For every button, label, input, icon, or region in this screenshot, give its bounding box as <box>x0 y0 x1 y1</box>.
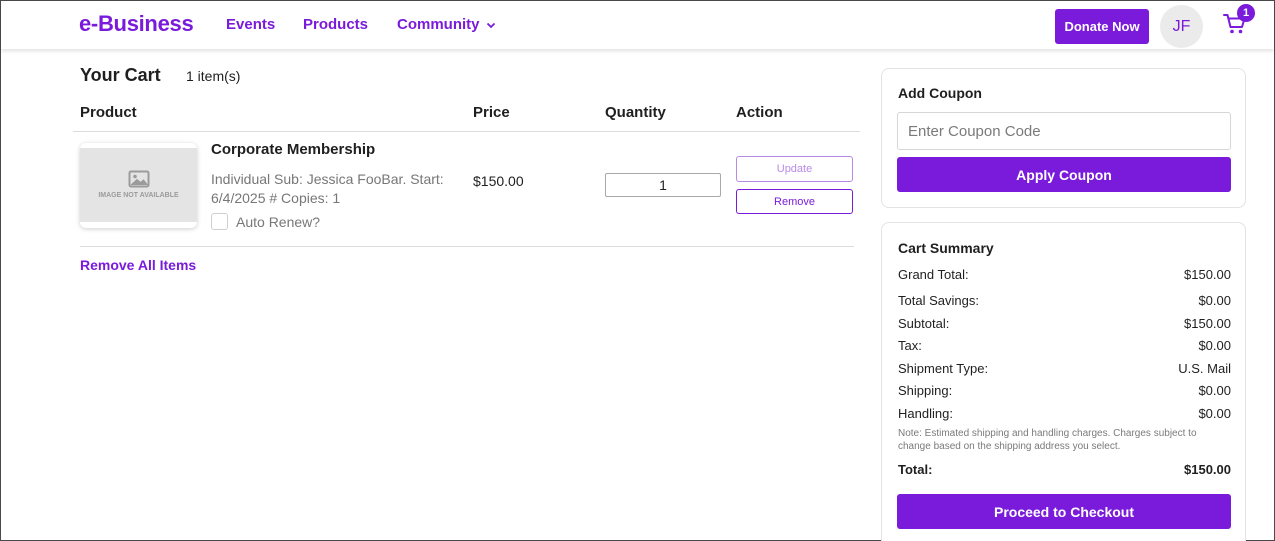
summary-row-handling: Handling: $0.00 <box>898 406 1231 421</box>
nav-products[interactable]: Products <box>303 16 368 33</box>
page-title: Your Cart <box>80 65 161 85</box>
top-header: e-Business Events Products Community Don… <box>1 1 1274 49</box>
remove-all-items-link[interactable]: Remove All Items <box>80 257 196 273</box>
summary-value: $0.00 <box>1198 406 1231 421</box>
coupon-title: Add Coupon <box>898 85 982 101</box>
image-not-available-text: IMAGE NOT AVAILABLE <box>98 192 179 199</box>
item-divider <box>80 246 854 247</box>
item-price: $150.00 <box>473 173 524 189</box>
nav-events[interactable]: Events <box>226 16 275 33</box>
summary-value: U.S. Mail <box>1178 361 1231 376</box>
summary-title: Cart Summary <box>898 240 994 256</box>
image-placeholder: IMAGE NOT AVAILABLE <box>80 148 197 222</box>
update-button[interactable]: Update <box>736 156 853 182</box>
summary-row-shipment-type: Shipment Type: U.S. Mail <box>898 361 1231 376</box>
product-name: Corporate Membership <box>211 141 376 158</box>
proceed-to-checkout-button[interactable]: Proceed to Checkout <box>897 494 1231 529</box>
summary-value: $150.00 <box>1184 316 1231 331</box>
summary-label: Shipment Type: <box>898 361 989 376</box>
avatar[interactable]: JF <box>1160 5 1203 48</box>
auto-renew-checkbox[interactable] <box>211 213 228 230</box>
summary-label: Total Savings: <box>898 293 979 308</box>
coupon-code-input[interactable] <box>897 112 1231 150</box>
product-thumbnail: IMAGE NOT AVAILABLE <box>80 143 197 228</box>
quantity-input[interactable] <box>605 173 721 197</box>
cart-item-count: 1 item(s) <box>186 68 241 84</box>
column-header-product: Product <box>80 104 137 121</box>
total-label: Total: <box>898 462 933 477</box>
column-header-action: Action <box>736 104 783 121</box>
donate-now-button[interactable]: Donate Now <box>1055 9 1149 44</box>
apply-coupon-button[interactable]: Apply Coupon <box>897 157 1231 192</box>
summary-row-tax: Tax: $0.00 <box>898 338 1231 353</box>
shipping-note: Note: Estimated shipping and handling ch… <box>898 428 1197 452</box>
column-header-quantity: Quantity <box>605 104 666 121</box>
column-header-price: Price <box>473 104 510 121</box>
logo[interactable]: e-Business <box>79 11 194 37</box>
remove-button[interactable]: Remove <box>736 189 853 214</box>
summary-row-total-savings: Total Savings: $0.00 <box>898 293 1231 308</box>
cart-count-badge: 1 <box>1237 4 1255 22</box>
total-value: $150.00 <box>1184 462 1231 477</box>
summary-row-total: Total: $150.00 <box>898 462 1231 477</box>
summary-value: $150.00 <box>1184 267 1231 282</box>
summary-value: $0.00 <box>1198 338 1231 353</box>
summary-value: $0.00 <box>1198 383 1231 398</box>
nav-community-label: Community <box>397 16 480 33</box>
coupon-panel: Add Coupon Apply Coupon <box>881 68 1246 208</box>
summary-label: Tax: <box>898 338 922 353</box>
nav-community[interactable]: Community <box>397 16 496 33</box>
summary-value: $0.00 <box>1198 293 1231 308</box>
header-divider <box>73 131 860 132</box>
summary-row-grand-total: Grand Total: $150.00 <box>898 267 1231 282</box>
chevron-down-icon <box>486 22 495 28</box>
summary-label: Subtotal: <box>898 316 950 331</box>
summary-label: Handling: <box>898 406 953 421</box>
product-description: Individual Sub: Jessica FooBar. Start: 6… <box>211 171 444 206</box>
summary-label: Shipping: <box>898 383 953 398</box>
cart-summary-panel: Cart Summary Grand Total: $150.00 Total … <box>881 222 1246 541</box>
summary-row-shipping: Shipping: $0.00 <box>898 383 1231 398</box>
auto-renew-label: Auto Renew? <box>236 214 321 230</box>
image-icon <box>128 170 149 188</box>
summary-label: Grand Total: <box>898 267 969 282</box>
summary-row-subtotal: Subtotal: $150.00 <box>898 316 1231 331</box>
